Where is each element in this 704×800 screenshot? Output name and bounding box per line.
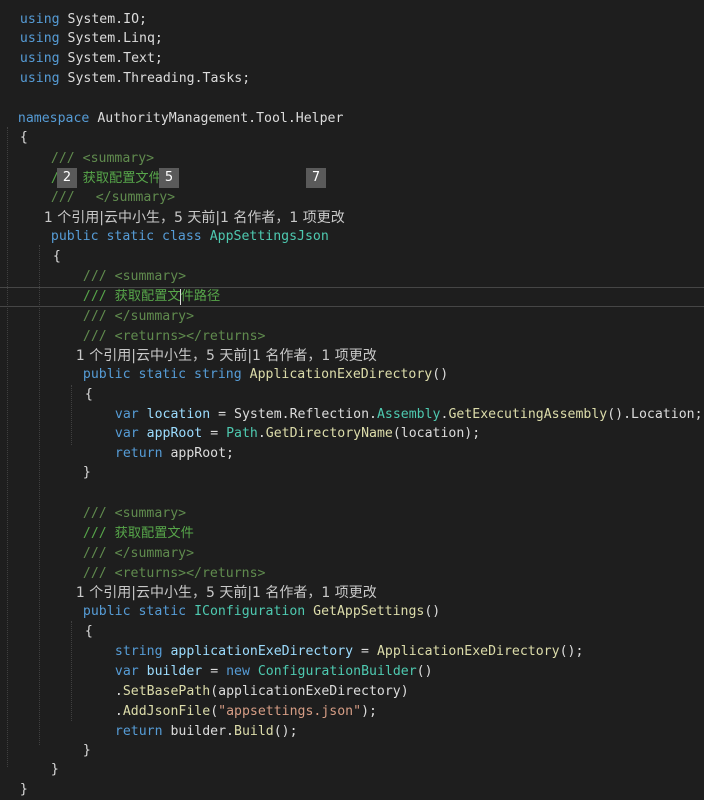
code-line-class-summary-text[interactable]: /// 获取配置文件类 [35,149,704,186]
code-line-using-text[interactable]: using System.Text; [4,29,704,66]
code-line-m2-builder[interactable]: var builder = new ConfigurationBuilder() [99,642,704,679]
code-line-m2-appdir[interactable]: string applicationExeDirectory = Applica… [99,622,704,659]
code-line-m2-summary-text[interactable]: /// 获取配置文件 [67,504,704,541]
brace: { [84,387,93,402]
indent-guide-2 [39,245,40,745]
brace: { [52,249,61,264]
code-line-m2-return[interactable]: return builder.Build(); [99,702,704,739]
code-line-m2-brace-open[interactable]: { [69,602,704,639]
code-line-using-linq[interactable]: using System.Linq; [4,9,704,46]
annotation-badge-5: 5 [159,168,179,188]
codelens-class[interactable]: 1 个引用|云中小生，5 天前|1 名作者，1 项更改 [35,188,704,226]
code-line-m2-decl[interactable]: public static IConfiguration GetAppSetti… [67,582,704,619]
brace: } [19,782,28,797]
code-line-m1-summary-close[interactable]: /// </summary> [67,287,704,324]
brace: { [84,624,93,639]
codelens-method2[interactable]: 1 个引用|云中小生，5 天前|1 名作者，1 项更改 [67,563,704,601]
code-line-m1-decl[interactable]: public static string ApplicationExeDirec… [67,345,704,382]
annotation-badge-7: 7 [306,168,326,188]
code-line-namespace-brace-close[interactable]: } [4,760,704,797]
brace: { [19,130,28,145]
code-line-m1-returns[interactable]: /// <returns></returns> [67,307,704,344]
annotation-badge-2: 2 [57,168,77,188]
code-line-namespace[interactable]: namespace AuthorityManagement.Tool.Helpe… [2,89,704,126]
code-line-class-brace[interactable]: { [37,227,704,264]
code-line-m2-addjson[interactable]: .AddJsonFile("appsettings.json"); [99,682,704,719]
code-line-m2-summary-open[interactable]: /// <summary> [67,484,704,521]
code-line-class-decl[interactable]: public static class AppSettingsJson [35,207,704,244]
code-line-m1-summary-open[interactable]: /// <summary> [67,247,704,284]
code-line-m1-return[interactable]: return appRoot; [99,424,704,461]
code-line-m1-approot[interactable]: var appRoot = Path.GetDirectoryName(loca… [99,404,704,441]
indent-guide-1 [7,127,8,767]
code-line-m1-summary-text[interactable]: /// 获取配置文件路径 [67,267,704,304]
code-line-m1-location[interactable]: var location = System.Reflection.Assembl… [99,385,704,422]
code-line-m2-setbasepath[interactable]: .SetBasePath(applicationExeDirectory) [99,662,704,699]
code-line-class-summary-open[interactable]: /// <summary> [35,129,704,166]
code-line-brace[interactable]: { [4,108,704,145]
brace: } [82,465,91,480]
code-line-m2-returns[interactable]: /// <returns></returns> [67,544,704,581]
code-line-m1-brace-open[interactable]: { [69,365,704,402]
code-line-m1-brace-close[interactable]: } [67,443,704,480]
code-line-m2-brace-close[interactable]: } [67,721,704,758]
keyword: using [19,71,60,86]
code-line-using-tasks[interactable]: using System.Threading.Tasks; [4,49,704,86]
code-line-class-brace-close[interactable]: } [35,740,704,777]
codelens-method1[interactable]: 1 个引用|云中小生，5 天前|1 名作者，1 项更改 [67,326,704,364]
namespace-text: System.Threading.Tasks; [67,71,251,86]
code-line-m2-summary-close[interactable]: /// </summary> [67,524,704,561]
code-line-class-summary-close[interactable]: ///</summary> [35,168,704,205]
